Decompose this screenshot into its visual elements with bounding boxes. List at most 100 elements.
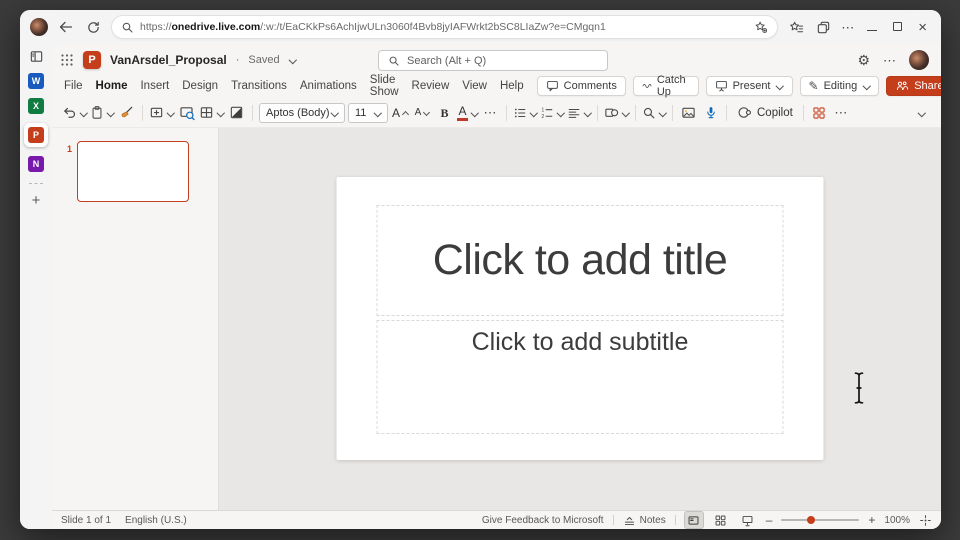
slideshow-icon bbox=[742, 515, 753, 526]
dictate-button[interactable] bbox=[701, 101, 720, 125]
zoom-slider-knob[interactable] bbox=[807, 516, 816, 524]
slide-thumbnail-selected[interactable] bbox=[77, 141, 189, 202]
zoom-out-button[interactable]: – bbox=[766, 514, 773, 526]
more-font-options-button[interactable]: ⋯ bbox=[481, 101, 500, 125]
font-name-chevron-icon bbox=[330, 109, 338, 117]
menu-actions: Comments Catch Up Present ✎ Editing Shar… bbox=[536, 74, 941, 98]
sidebar-pane-icon[interactable] bbox=[29, 49, 44, 64]
bold-button[interactable]: B bbox=[435, 101, 454, 125]
font-size-select[interactable]: 11 bbox=[348, 102, 388, 123]
tab-help[interactable]: Help bbox=[500, 80, 524, 92]
font-color-button[interactable]: A bbox=[457, 101, 478, 125]
powerpoint-app-icon[interactable]: P bbox=[28, 127, 44, 143]
tab-review[interactable]: Review bbox=[412, 80, 450, 92]
slideshow-view-button[interactable] bbox=[739, 512, 757, 528]
designer-button[interactable] bbox=[227, 101, 246, 125]
powerpoint-logo-icon[interactable]: P bbox=[83, 51, 101, 69]
undo-chevron-icon bbox=[79, 109, 87, 117]
window-controls: × bbox=[867, 18, 927, 36]
font-name-select[interactable]: Aptos (Body) bbox=[259, 102, 345, 123]
shapes-button[interactable] bbox=[604, 101, 629, 125]
picture-button[interactable] bbox=[679, 101, 698, 125]
grow-font-button[interactable]: A bbox=[391, 101, 410, 125]
comments-button[interactable]: Comments bbox=[536, 75, 626, 96]
account-avatar[interactable] bbox=[909, 50, 929, 70]
add-ins-button[interactable] bbox=[810, 101, 829, 125]
slide-editor[interactable]: Click to add title Click to add subtitle bbox=[336, 177, 824, 460]
tab-file[interactable]: File bbox=[64, 80, 83, 92]
format-painter-button[interactable] bbox=[117, 101, 136, 125]
tab-design[interactable]: Design bbox=[182, 80, 218, 92]
back-icon[interactable] bbox=[57, 18, 75, 36]
new-slide-button[interactable] bbox=[149, 101, 174, 125]
fit-to-window-button[interactable] bbox=[919, 514, 932, 527]
pencil-icon: ✎ bbox=[808, 78, 819, 93]
present-button[interactable]: Present bbox=[705, 75, 793, 96]
word-app-icon[interactable]: W bbox=[28, 73, 44, 89]
refresh-icon[interactable] bbox=[84, 18, 102, 36]
minimize-icon[interactable] bbox=[867, 18, 878, 36]
wave-icon bbox=[642, 83, 652, 88]
browser-more-icon[interactable]: ⋯ bbox=[841, 21, 854, 34]
onenote-app-icon[interactable]: N bbox=[28, 156, 44, 172]
undo-button[interactable] bbox=[62, 101, 87, 125]
subtitle-placeholder[interactable]: Click to add subtitle bbox=[376, 320, 784, 434]
tab-insert[interactable]: Insert bbox=[140, 80, 169, 92]
app-launcher-icon[interactable] bbox=[60, 53, 74, 67]
zoom-slider[interactable] bbox=[781, 516, 860, 524]
align-button[interactable] bbox=[567, 101, 591, 125]
tab-view[interactable]: View bbox=[462, 80, 487, 92]
find-icon bbox=[643, 107, 655, 118]
excel-app-icon[interactable]: X bbox=[28, 98, 44, 114]
language-status[interactable]: English (U.S.) bbox=[125, 515, 187, 526]
table-button[interactable] bbox=[199, 101, 224, 125]
browser-profile-avatar[interactable] bbox=[30, 18, 48, 36]
tab-animations[interactable]: Animations bbox=[300, 80, 357, 92]
clipboard-icon bbox=[92, 106, 102, 119]
search-icon bbox=[389, 56, 399, 66]
header-more-icon[interactable]: ⋯ bbox=[883, 54, 896, 67]
title-placeholder[interactable]: Click to add title bbox=[376, 205, 784, 316]
add-app-icon[interactable]: + bbox=[32, 193, 41, 208]
tab-home[interactable]: Home bbox=[96, 80, 128, 92]
search-box[interactable]: Search (Alt + Q) bbox=[378, 50, 608, 71]
favorites-icon[interactable] bbox=[787, 18, 805, 36]
normal-view-button[interactable] bbox=[683, 511, 704, 529]
add-favorite-icon[interactable] bbox=[754, 20, 768, 34]
reuse-slides-button[interactable] bbox=[177, 101, 196, 125]
feedback-link[interactable]: Give Feedback to Microsoft bbox=[482, 515, 604, 526]
tab-transitions[interactable]: Transitions bbox=[231, 80, 287, 92]
zoom-level[interactable]: 100% bbox=[884, 515, 910, 526]
paste-button[interactable] bbox=[90, 101, 114, 125]
numbering-button[interactable]: 12 bbox=[540, 101, 564, 125]
bullets-icon bbox=[514, 108, 526, 117]
new-slide-chevron-icon bbox=[166, 109, 174, 117]
font-color-chevron-icon bbox=[470, 109, 478, 117]
document-title[interactable]: VanArsdel_Proposal bbox=[110, 53, 227, 67]
fit-to-window-icon bbox=[920, 514, 931, 526]
tab-slide-show[interactable]: Slide Show bbox=[370, 74, 399, 98]
slide-sorter-view-button[interactable] bbox=[712, 512, 730, 528]
powerpoint-app-icon-active[interactable]: P bbox=[24, 123, 48, 147]
bullets-button[interactable] bbox=[513, 101, 537, 125]
find-button[interactable] bbox=[642, 101, 666, 125]
collapse-ribbon-button[interactable] bbox=[912, 101, 931, 125]
editing-button[interactable]: ✎ Editing bbox=[799, 75, 880, 96]
zoom-in-button[interactable]: + bbox=[868, 514, 875, 526]
settings-gear-icon[interactable]: ⚙ bbox=[857, 53, 870, 67]
microphone-icon bbox=[706, 107, 715, 119]
maximize-icon[interactable] bbox=[893, 18, 903, 36]
shrink-font-button[interactable]: A bbox=[413, 101, 432, 125]
copilot-button[interactable]: Copilot bbox=[733, 105, 797, 120]
browser-window: https://onedrive.live.com/:w:/t/EaCKkPs6… bbox=[20, 10, 941, 529]
share-button[interactable]: Share bbox=[886, 75, 941, 96]
address-bar[interactable]: https://onedrive.live.com/:w:/t/EaCKkPs6… bbox=[111, 15, 779, 39]
collections-icon[interactable] bbox=[814, 18, 832, 36]
save-status[interactable]: Saved bbox=[248, 54, 279, 66]
save-status-chevron-icon[interactable] bbox=[289, 56, 297, 64]
ribbon-more-button[interactable]: ⋯ bbox=[832, 101, 851, 125]
notes-button[interactable]: Notes bbox=[623, 514, 666, 527]
status-bar: Slide 1 of 1 English (U.S.) Give Feedbac… bbox=[52, 510, 941, 529]
close-icon[interactable]: × bbox=[918, 20, 927, 35]
catch-up-button[interactable]: Catch Up bbox=[632, 74, 699, 98]
